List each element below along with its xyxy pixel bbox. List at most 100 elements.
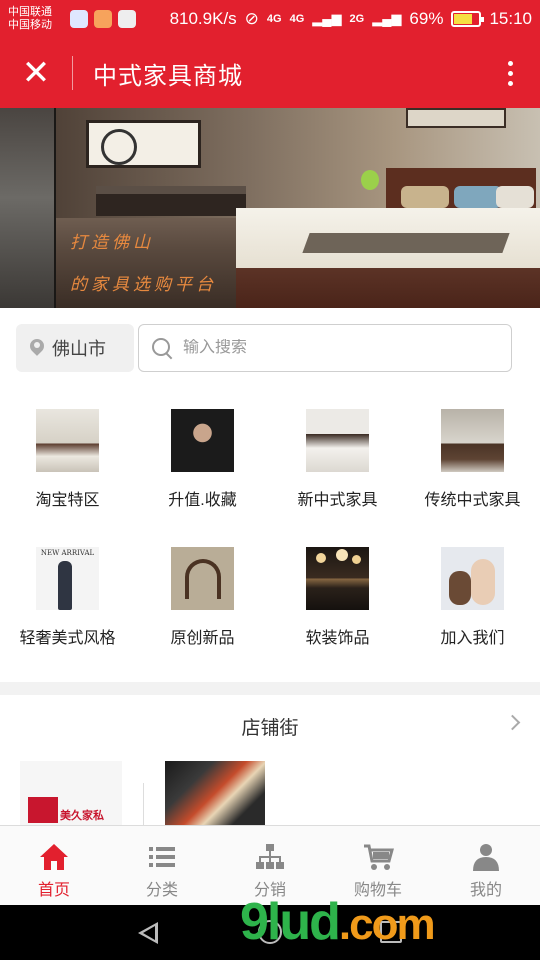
- category-label: 软装饰品: [305, 630, 370, 647]
- app-icon: [94, 10, 112, 28]
- category-soft-decor[interactable]: 软装饰品: [270, 536, 405, 674]
- tab-category[interactable]: 分类: [108, 826, 216, 905]
- battery-icon: [451, 11, 485, 27]
- category-thumb: [306, 409, 369, 472]
- net-badge-2: 4G: [289, 13, 305, 25]
- net-badge-3: 2G: [349, 13, 365, 25]
- tab-mine[interactable]: 我的: [432, 826, 540, 905]
- pillow: [401, 186, 449, 208]
- category-light-luxury[interactable]: NEW ARRIVAL 轻奢美式风格: [0, 536, 135, 674]
- shop-card-image[interactable]: [165, 761, 265, 825]
- category-collection[interactable]: 升值.收藏: [135, 398, 270, 536]
- carrier-1: 中国联通: [8, 6, 52, 18]
- pendant-lamp: [352, 555, 361, 564]
- hierarchy-icon: [256, 844, 284, 869]
- tab-label: 我的: [469, 882, 502, 899]
- more-vertical-icon[interactable]: [480, 38, 540, 108]
- clock: 15:10: [489, 9, 532, 28]
- watermark-suffix: .com: [338, 900, 436, 949]
- category-label: 轻奢美式风格: [19, 630, 116, 647]
- carrier-2: 中国移动: [8, 19, 52, 31]
- lamp: [361, 170, 379, 190]
- category-thumb: [441, 547, 504, 610]
- category-thumb: NEW ARRIVAL: [36, 547, 99, 610]
- category-label: 新中式家具: [297, 492, 378, 509]
- app-header: ✕ 中式家具商城: [0, 38, 540, 108]
- shop-street-section: 店铺街 美久家私: [0, 695, 540, 825]
- teddy-bear: [449, 571, 471, 605]
- image-icon: [118, 10, 136, 28]
- category-label: 升值.收藏: [168, 492, 237, 509]
- signal-icon: ▂▄▆: [312, 11, 342, 26]
- battery-percent: 69%: [409, 9, 444, 28]
- home-icon: [40, 844, 68, 870]
- pendant-lamp: [336, 549, 348, 561]
- search-box[interactable]: [138, 324, 512, 372]
- banner-slogan-2: 的家具选购平台: [70, 275, 217, 295]
- status-bar: 中国联通 中国移动 810.9K/s ⊘ 4G 4G ▂▄▆ 2G ▂▄▆ 69…: [0, 0, 540, 38]
- tab-label: 分类: [145, 882, 178, 899]
- category-label: 加入我们: [440, 630, 505, 647]
- pillow: [454, 186, 502, 208]
- category-join-us[interactable]: 加入我们: [405, 536, 540, 674]
- shop-logo-mark: [28, 797, 58, 823]
- shop-divider: [143, 783, 144, 825]
- location-pin-icon: [30, 339, 44, 357]
- category-original-new[interactable]: 原创新品: [135, 536, 270, 674]
- search-icon: [151, 337, 173, 359]
- tab-label: 首页: [37, 882, 70, 899]
- network-speed: 810.9K/s: [169, 9, 237, 28]
- category-thumb: [36, 409, 99, 472]
- mute-icon: ⊘: [244, 9, 259, 28]
- category-taobao-zone[interactable]: 淘宝特区: [0, 398, 135, 536]
- category-thumb: [171, 547, 234, 610]
- hero-banner[interactable]: 打造佛山 的家具选购平台: [0, 108, 540, 308]
- banner-side-image: [0, 108, 56, 308]
- city-label: 佛山市: [52, 339, 106, 359]
- thumb-caption: NEW ARRIVAL: [40, 549, 95, 557]
- notification-icons: [70, 10, 136, 28]
- list-icon: [149, 847, 175, 867]
- category-traditional-chinese[interactable]: 传统中式家具: [405, 398, 540, 536]
- category-thumb: [441, 409, 504, 472]
- category-thumb: [171, 409, 234, 472]
- pendant-lamp: [316, 553, 326, 563]
- close-icon[interactable]: ✕: [0, 38, 72, 108]
- child-figure: [471, 559, 495, 605]
- wall-painting: [86, 120, 201, 168]
- category-label: 传统中式家具: [424, 492, 521, 509]
- sofa: [96, 186, 246, 216]
- search-row: 佛山市: [0, 308, 540, 390]
- chair-shape: [185, 559, 221, 599]
- category-thumb: [306, 547, 369, 610]
- watermark-main: 9lud: [240, 893, 341, 951]
- wall-painting-2: [406, 108, 506, 128]
- banner-main-image: 打造佛山 的家具选购平台: [56, 108, 540, 308]
- user-icon: [473, 844, 499, 871]
- back-icon[interactable]: [138, 922, 158, 944]
- category-label: 淘宝特区: [35, 492, 100, 509]
- cart-icon: [364, 844, 394, 870]
- section-title: 店铺街: [241, 718, 299, 739]
- status-right: 810.9K/s ⊘ 4G 4G ▂▄▆ 2G ▂▄▆ 69% 15:10: [170, 9, 532, 29]
- banner-slogan-1: 打造佛山: [70, 233, 154, 253]
- site-watermark: 9lud.com: [240, 892, 436, 952]
- search-input[interactable]: [183, 339, 483, 357]
- bed-throw: [302, 233, 510, 253]
- category-new-chinese[interactable]: 新中式家具: [270, 398, 405, 536]
- net-badge-1: 4G: [266, 13, 282, 25]
- model-figure: [58, 561, 72, 610]
- category-grid: 淘宝特区 升值.收藏 新中式家具 传统中式家具 NEW ARRIVAL 轻奢美式…: [0, 390, 540, 682]
- browser-icon: [70, 10, 88, 28]
- carrier-info: 中国联通 中国移动: [8, 6, 68, 32]
- city-selector[interactable]: 佛山市: [16, 324, 134, 372]
- shop-name: 美久家私: [60, 810, 104, 822]
- page-title: 中式家具商城: [93, 62, 243, 90]
- category-label: 原创新品: [170, 630, 235, 647]
- pillow: [496, 186, 534, 208]
- tab-home[interactable]: 首页: [0, 826, 108, 905]
- header-divider: [72, 56, 73, 90]
- bed: [236, 208, 540, 308]
- shop-card-logo[interactable]: 美久家私: [20, 761, 122, 825]
- signal-icon-2: ▂▄▆: [372, 11, 402, 26]
